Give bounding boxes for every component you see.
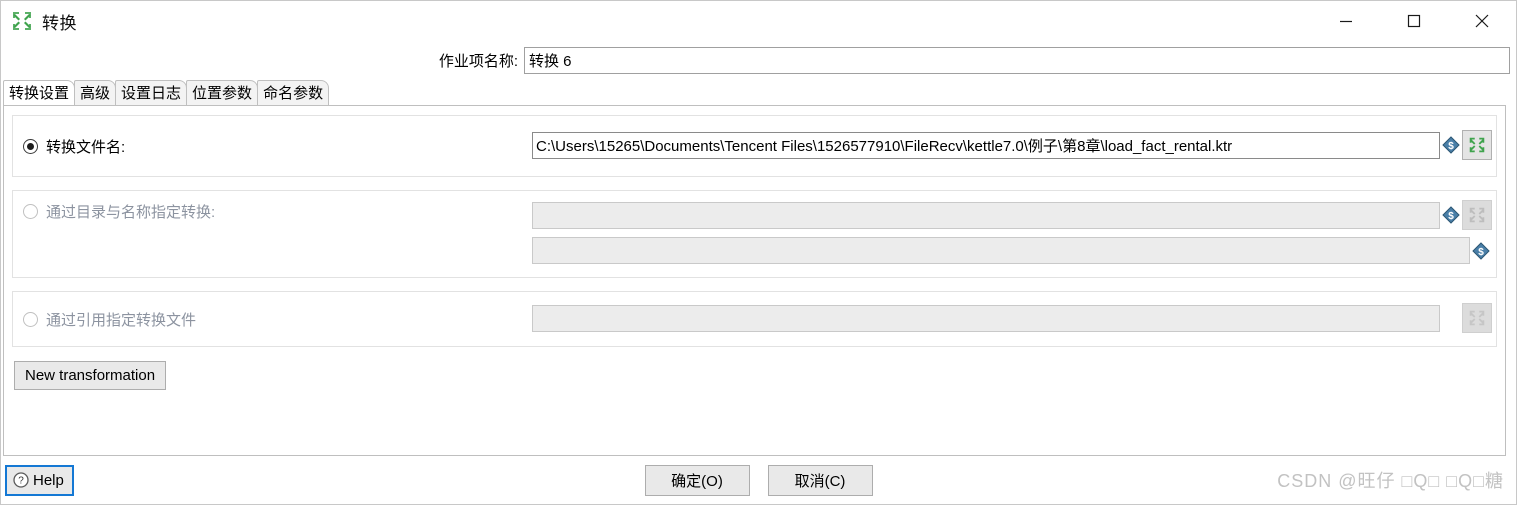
directory-field-cluster: $: [532, 200, 1492, 230]
title-bar: 转换: [1, 1, 1516, 41]
label-by-filename: 转换文件名:: [46, 138, 126, 156]
label-by-reference: 通过引用指定转换文件: [46, 311, 197, 329]
radio-by-reference[interactable]: [23, 311, 38, 327]
job-name-label: 作业项名称:: [438, 52, 518, 70]
job-name-input[interactable]: 转换 6: [524, 46, 1510, 74]
transform-converge-icon: [1469, 310, 1485, 326]
close-icon: [1475, 14, 1489, 28]
variable-diamond-icon[interactable]: $: [1442, 136, 1460, 154]
transform-converge-icon: [1469, 207, 1485, 223]
browse-transformation-file-button[interactable]: [1462, 130, 1492, 160]
transformation-filename-input[interactable]: C:\Users\15265\Documents\Tencent Files\1…: [532, 131, 1440, 159]
window-controls: [1312, 1, 1516, 41]
new-transformation-button[interactable]: New transformation: [14, 361, 167, 390]
reference-field-cluster: [532, 303, 1492, 333]
transformation-name-input[interactable]: [532, 237, 1470, 264]
svg-text:$: $: [1448, 211, 1454, 222]
svg-text:$: $: [1478, 246, 1484, 257]
transform-converge-icon: [1469, 137, 1485, 153]
maximize-icon: [1407, 14, 1421, 28]
transformation-name-field-cluster: $: [532, 237, 1492, 264]
tab-bar: 转换设置 高级 设置日志 位置参数 命名参数: [1, 79, 1516, 105]
tab-transformation-settings[interactable]: 转换设置: [3, 80, 76, 105]
maximize-button[interactable]: [1380, 1, 1448, 41]
transformation-directory-input[interactable]: [532, 201, 1440, 229]
tab-advanced[interactable]: 高级: [74, 80, 117, 105]
job-name-row: 作业项名称: 转换 6: [1, 41, 1516, 79]
radio-by-filename[interactable]: [23, 138, 38, 154]
new-transformation-row: New transformation: [14, 361, 1497, 390]
variable-diamond-icon[interactable]: $: [1442, 206, 1460, 224]
minimize-icon: [1340, 20, 1352, 23]
dialog-footer: ? Help 确定(O) 取消(C) CSDN @旺仔 □Q□ □Q□糖: [1, 456, 1516, 504]
minimize-button[interactable]: [1312, 1, 1380, 41]
option-group-by-reference: 通过引用指定转换文件: [12, 291, 1497, 347]
transformation-reference-input[interactable]: [532, 304, 1440, 332]
tab-logging-settings[interactable]: 设置日志: [115, 80, 188, 105]
transformation-settings-panel: 转换文件名: C:\Users\15265\Documents\Tencent …: [3, 105, 1506, 456]
window-title: 转换: [42, 13, 77, 33]
radio-by-directory[interactable]: [23, 203, 38, 219]
option-group-by-filename: 转换文件名: C:\Users\15265\Documents\Tencent …: [12, 115, 1497, 177]
variable-diamond-icon[interactable]: $: [1472, 241, 1490, 260]
ok-button[interactable]: 确定(O): [644, 464, 750, 496]
browse-transformation-reference-button: [1462, 303, 1492, 333]
browse-transformation-directory-button: [1462, 200, 1492, 230]
tab-named-parameters[interactable]: 命名参数: [257, 80, 330, 105]
tab-positional-parameters[interactable]: 位置参数: [186, 80, 259, 105]
close-button[interactable]: [1448, 1, 1516, 41]
transformation-dialog: 转换 作业项名称: 转换 6 转换设置 高级 设置日志 位置参数 命名参数 转换…: [0, 0, 1517, 505]
cancel-button[interactable]: 取消(C): [767, 464, 873, 496]
label-by-directory: 通过目录与名称指定转换:: [46, 203, 216, 221]
csdn-watermark: CSDN @旺仔 □Q□ □Q□糖: [1277, 471, 1504, 491]
option-group-by-directory: 通过目录与名称指定转换: $ $: [12, 190, 1497, 278]
svg-text:$: $: [1448, 141, 1454, 152]
filename-field-cluster: C:\Users\15265\Documents\Tencent Files\1…: [532, 130, 1492, 160]
transform-converge-icon: [11, 10, 33, 32]
